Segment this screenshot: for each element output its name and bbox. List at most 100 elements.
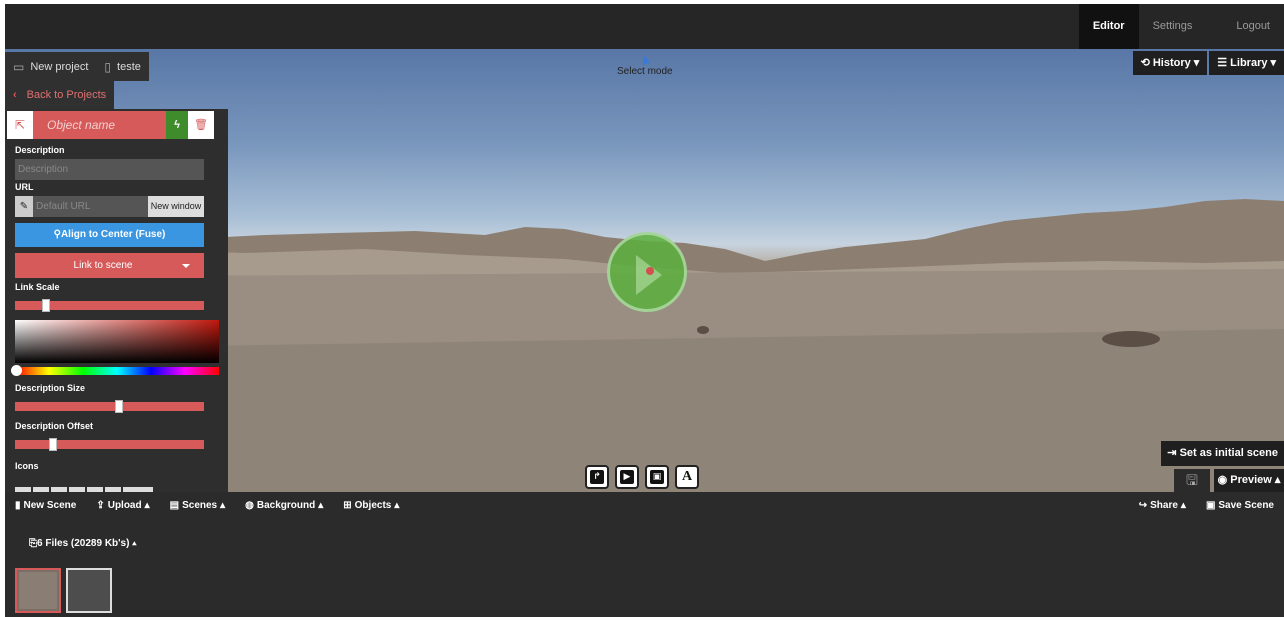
save-icon[interactable]: 🖫 xyxy=(1174,469,1210,492)
description-size-label: Description Size xyxy=(15,383,86,393)
upload-icon: ⇪ xyxy=(96,500,105,511)
description-offset-slider[interactable] xyxy=(15,438,204,451)
back-label: Back to Projects xyxy=(26,89,107,101)
object-header: ⇱ Object name ϟ 🗑 xyxy=(7,111,214,139)
caret-up-icon: ▴ xyxy=(220,500,226,511)
eye-icon: ◉ xyxy=(1217,474,1228,486)
breadcrumb: ▭ New project ▯ teste xyxy=(5,52,149,81)
rock xyxy=(1102,331,1160,347)
nav-settings[interactable]: Settings xyxy=(1139,4,1207,49)
breadcrumb-project[interactable]: ▭ New project xyxy=(5,52,96,81)
caret-up-icon: ▴ xyxy=(394,500,400,511)
text-object-button[interactable]: A xyxy=(675,465,699,489)
file-icon: ▯ xyxy=(104,59,112,74)
nav-editor[interactable]: Editor xyxy=(1078,4,1139,49)
bottom-bar: ▮ New Scene ⇪ Upload ▴ ▤ Scenes ▴ ◍ Background… xyxy=(5,492,1284,617)
share-icon: ↪ xyxy=(1138,500,1148,511)
folder-icon: ▭ xyxy=(13,59,25,74)
set-initial-scene-button[interactable]: ⇥ Set as initial scene xyxy=(1161,441,1284,466)
viewport-top-right: ⟲ History ▾ ☰ Library ▾ xyxy=(1132,51,1284,75)
thumbnail-image xyxy=(19,572,57,609)
history-icon: ⟲ xyxy=(1140,57,1150,69)
link-scale-label: Link Scale xyxy=(15,282,60,292)
files-icon: ⎘ xyxy=(29,538,37,549)
preview-button[interactable]: ◉ Preview ▴ xyxy=(1214,469,1284,492)
file-thumbnail-selected[interactable] xyxy=(15,568,61,613)
external-link-icon[interactable]: ⇱ xyxy=(7,111,33,139)
film-icon: ▤ xyxy=(169,500,180,511)
file-icon: ▮ xyxy=(15,500,21,511)
cursor-icon xyxy=(639,53,651,66)
map-marker-icon: ⚲ xyxy=(53,229,61,240)
url-input[interactable]: Default URL xyxy=(33,196,148,217)
bottom-menu-right: ↪ Share ▴ ▣ Save Scene xyxy=(1139,500,1274,511)
new-scene-button[interactable]: ▮ New Scene xyxy=(15,500,76,511)
text-icon: A xyxy=(681,469,693,484)
back-to-projects-button[interactable]: ‹ Back to Projects xyxy=(5,81,115,109)
caret-up-icon: ▴ xyxy=(1274,474,1281,486)
share-label: Share xyxy=(1150,500,1178,511)
description-label: Description xyxy=(15,145,65,155)
nav-logout[interactable]: Logout xyxy=(1206,4,1284,49)
library-label: Library xyxy=(1230,57,1268,69)
caret-down-icon: ▾ xyxy=(1270,57,1276,69)
caret-up-icon: ▴ xyxy=(318,500,324,511)
video-object-button[interactable]: ▶ xyxy=(615,465,639,489)
link-hotspot[interactable] xyxy=(607,232,687,312)
save-scene-button[interactable]: ▣ Save Scene xyxy=(1206,500,1274,511)
set-initial-scene-label: Set as initial scene xyxy=(1179,447,1278,459)
link-icon: ↱ xyxy=(590,470,604,484)
link-scale-slider[interactable] xyxy=(15,299,204,312)
hue-handle[interactable] xyxy=(11,365,22,376)
plus-square-icon: ⊞ xyxy=(343,500,352,511)
image-icon: ▣ xyxy=(650,470,664,484)
objects-button[interactable]: ⊞ Objects ▴ xyxy=(343,500,399,511)
background-button[interactable]: ◍ Background ▴ xyxy=(245,500,323,511)
breadcrumb-scene[interactable]: ▯ teste xyxy=(96,52,148,81)
color-picker[interactable] xyxy=(15,320,219,363)
caret-down-icon xyxy=(182,264,190,268)
background-label: Background xyxy=(256,500,316,511)
slider-handle[interactable] xyxy=(114,400,123,413)
link-to-scene-dropdown[interactable]: Link to scene xyxy=(15,253,204,278)
upload-button[interactable]: ⇪ Upload ▴ xyxy=(96,500,149,511)
share-button[interactable]: ↪ Share ▴ xyxy=(1139,500,1186,511)
slider-handle[interactable] xyxy=(49,438,58,451)
lightning-icon[interactable]: ϟ xyxy=(166,111,188,139)
scenes-button[interactable]: ▤ Scenes ▴ xyxy=(170,500,226,511)
description-input[interactable]: Description xyxy=(15,159,204,180)
caret-up-icon: ▴ xyxy=(1180,500,1186,511)
description-offset-label: Description Offset xyxy=(15,421,94,431)
hue-slider[interactable] xyxy=(11,365,219,376)
upload-label: Upload xyxy=(107,500,142,511)
mode-indicator: Select mode xyxy=(617,53,673,77)
history-button[interactable]: ⟲ History ▾ xyxy=(1132,51,1208,75)
link-to-scene-label: Link to scene xyxy=(73,260,133,271)
icons-label: Icons xyxy=(15,461,39,471)
top-nav: Editor Settings Logout xyxy=(1078,4,1284,49)
files-toggle[interactable]: ⎘6 Files (20289 Kb's) ▴ xyxy=(29,538,136,549)
slider-handle[interactable] xyxy=(42,299,51,312)
rock-small xyxy=(697,326,709,334)
caret-down-icon: ▾ xyxy=(1193,57,1200,69)
project-name: New project xyxy=(30,60,89,73)
new-window-button[interactable]: New window xyxy=(148,196,204,217)
link-object-button[interactable]: ↱ xyxy=(585,465,609,489)
arrow-icon xyxy=(636,255,662,295)
file-thumbnail[interactable] xyxy=(66,568,112,613)
mode-label: Select mode xyxy=(617,66,673,77)
video-icon: ▶ xyxy=(620,470,634,484)
sign-in-icon: ⇥ xyxy=(1167,447,1177,459)
object-name-input[interactable]: Object name xyxy=(33,111,166,139)
library-button[interactable]: ☰ Library ▾ xyxy=(1209,51,1284,75)
objects-label: Objects xyxy=(354,500,392,511)
trash-icon[interactable]: 🗑 xyxy=(188,111,214,139)
align-center-button[interactable]: ⚲Align to Center (Fuse) xyxy=(15,223,204,247)
url-label: URL xyxy=(15,182,34,192)
description-size-slider[interactable] xyxy=(15,400,204,413)
globe-icon: ◍ xyxy=(245,500,254,511)
align-center-label: Align to Center (Fuse) xyxy=(60,229,166,240)
files-label: 6 Files (20289 Kb's) xyxy=(37,538,130,549)
eraser-icon[interactable]: ✎ xyxy=(15,196,33,217)
image-object-button[interactable]: ▣ xyxy=(645,465,669,489)
